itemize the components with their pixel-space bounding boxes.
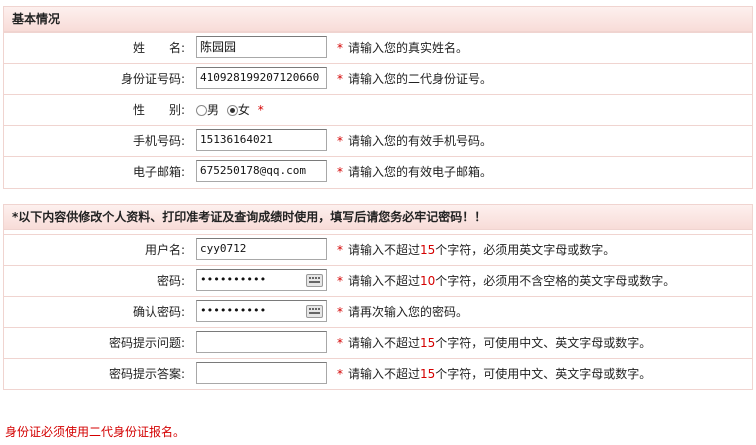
- email-hint: * 请输入您的有效电子邮箱。: [337, 165, 493, 179]
- confirm-label: 确认密码:: [132, 305, 185, 319]
- answer-input[interactable]: [196, 362, 327, 384]
- username-label: 用户名:: [144, 243, 185, 257]
- answer-hint: * 请输入不超过15个字符，可使用中文、英文字母或数字。: [337, 367, 652, 381]
- row-name: 姓 名: 陈园园 * 请输入您的真实姓名。: [4, 32, 752, 63]
- gender-female-radio[interactable]: [226, 105, 238, 116]
- answer-label: 密码提示答案:: [108, 367, 185, 381]
- email-label: 电子邮箱:: [132, 165, 185, 179]
- basic-info-panel: 基本情况 姓 名: 陈园园 * 请输入您的真实姓名。 身份证号码: 4109281…: [3, 6, 753, 189]
- gender-female-label[interactable]: 女: [238, 103, 250, 117]
- footer-note: 身份证必须使用二代身份证报名。: [5, 425, 186, 439]
- row-gender: 性 别: 男 女 *: [4, 94, 752, 125]
- gender-label: 性 别:: [132, 103, 185, 117]
- required-star: *: [337, 165, 343, 179]
- idcard-label: 身份证号码:: [120, 72, 185, 86]
- required-star: *: [257, 103, 264, 117]
- required-star: *: [337, 367, 343, 381]
- required-star: *: [337, 72, 343, 86]
- question-label: 密码提示问题:: [108, 336, 185, 350]
- email-input[interactable]: 675250178@qq.com: [196, 160, 327, 182]
- required-star: *: [337, 305, 343, 319]
- name-hint: * 请输入您的真实姓名。: [337, 41, 469, 55]
- row-question: 密码提示问题: * 请输入不超过15个字符，可使用中文、英文字母或数字。: [4, 327, 752, 358]
- password-input[interactable]: ••••••••••: [196, 269, 327, 291]
- phone-label: 手机号码:: [132, 134, 185, 148]
- required-star: *: [337, 336, 343, 350]
- name-label: 姓 名:: [132, 41, 185, 55]
- row-confirm: 确认密码: •••••••••• * 请再次输入您的密码。: [4, 296, 752, 327]
- account-title: *以下内容供修改个人资料、打印准考证及查询成绩时使用，填写后请您务必牢记密码！！: [4, 205, 752, 230]
- gender-male-radio[interactable]: [196, 105, 207, 116]
- row-password: 密码: •••••••••• * 请输入不超过10个字符，必须用不含空格的英文字母…: [4, 265, 752, 296]
- row-phone: 手机号码: 15136164021 * 请输入您的有效手机号码。: [4, 125, 752, 156]
- confirm-value: ••••••••••: [200, 304, 267, 317]
- idcard-input[interactable]: 410928199207120660: [196, 67, 327, 89]
- row-idcard: 身份证号码: 410928199207120660 * 请输入您的二代身份证号。: [4, 63, 752, 94]
- gender-male-label[interactable]: 男: [207, 103, 219, 117]
- username-input[interactable]: cyy0712: [196, 238, 327, 260]
- required-star: *: [337, 134, 343, 148]
- basic-info-title: 基本情况: [4, 7, 752, 32]
- required-star: *: [337, 274, 343, 288]
- account-panel: *以下内容供修改个人资料、打印准考证及查询成绩时使用，填写后请您务必牢记密码！！…: [3, 204, 753, 390]
- password-label: 密码:: [156, 274, 185, 288]
- password-hint: * 请输入不超过10个字符，必须用不含空格的英文字母或数字。: [337, 274, 676, 288]
- password-value: ••••••••••: [200, 273, 267, 286]
- name-input[interactable]: 陈园园: [196, 36, 327, 58]
- row-email: 电子邮箱: 675250178@qq.com * 请输入您的有效电子邮箱。: [4, 156, 752, 187]
- username-hint: * 请输入不超过15个字符，必须用英文字母或数字。: [337, 243, 616, 257]
- question-hint: * 请输入不超过15个字符，可使用中文、英文字母或数字。: [337, 336, 652, 350]
- question-input[interactable]: [196, 331, 327, 353]
- row-username: 用户名: cyy0712 * 请输入不超过15个字符，必须用英文字母或数字。: [4, 234, 752, 265]
- gender-options: 男 女 *: [196, 95, 269, 125]
- confirm-hint: * 请再次输入您的密码。: [337, 305, 469, 319]
- phone-input[interactable]: 15136164021: [196, 129, 327, 151]
- phone-hint: * 请输入您的有效手机号码。: [337, 134, 493, 148]
- required-star: *: [337, 243, 343, 257]
- keyboard-icon[interactable]: [306, 305, 323, 318]
- row-answer: 密码提示答案: * 请输入不超过15个字符，可使用中文、英文字母或数字。: [4, 358, 752, 389]
- confirm-input[interactable]: ••••••••••: [196, 300, 327, 322]
- required-star: *: [337, 41, 343, 55]
- keyboard-icon[interactable]: [306, 274, 323, 287]
- idcard-hint: * 请输入您的二代身份证号。: [337, 72, 493, 86]
